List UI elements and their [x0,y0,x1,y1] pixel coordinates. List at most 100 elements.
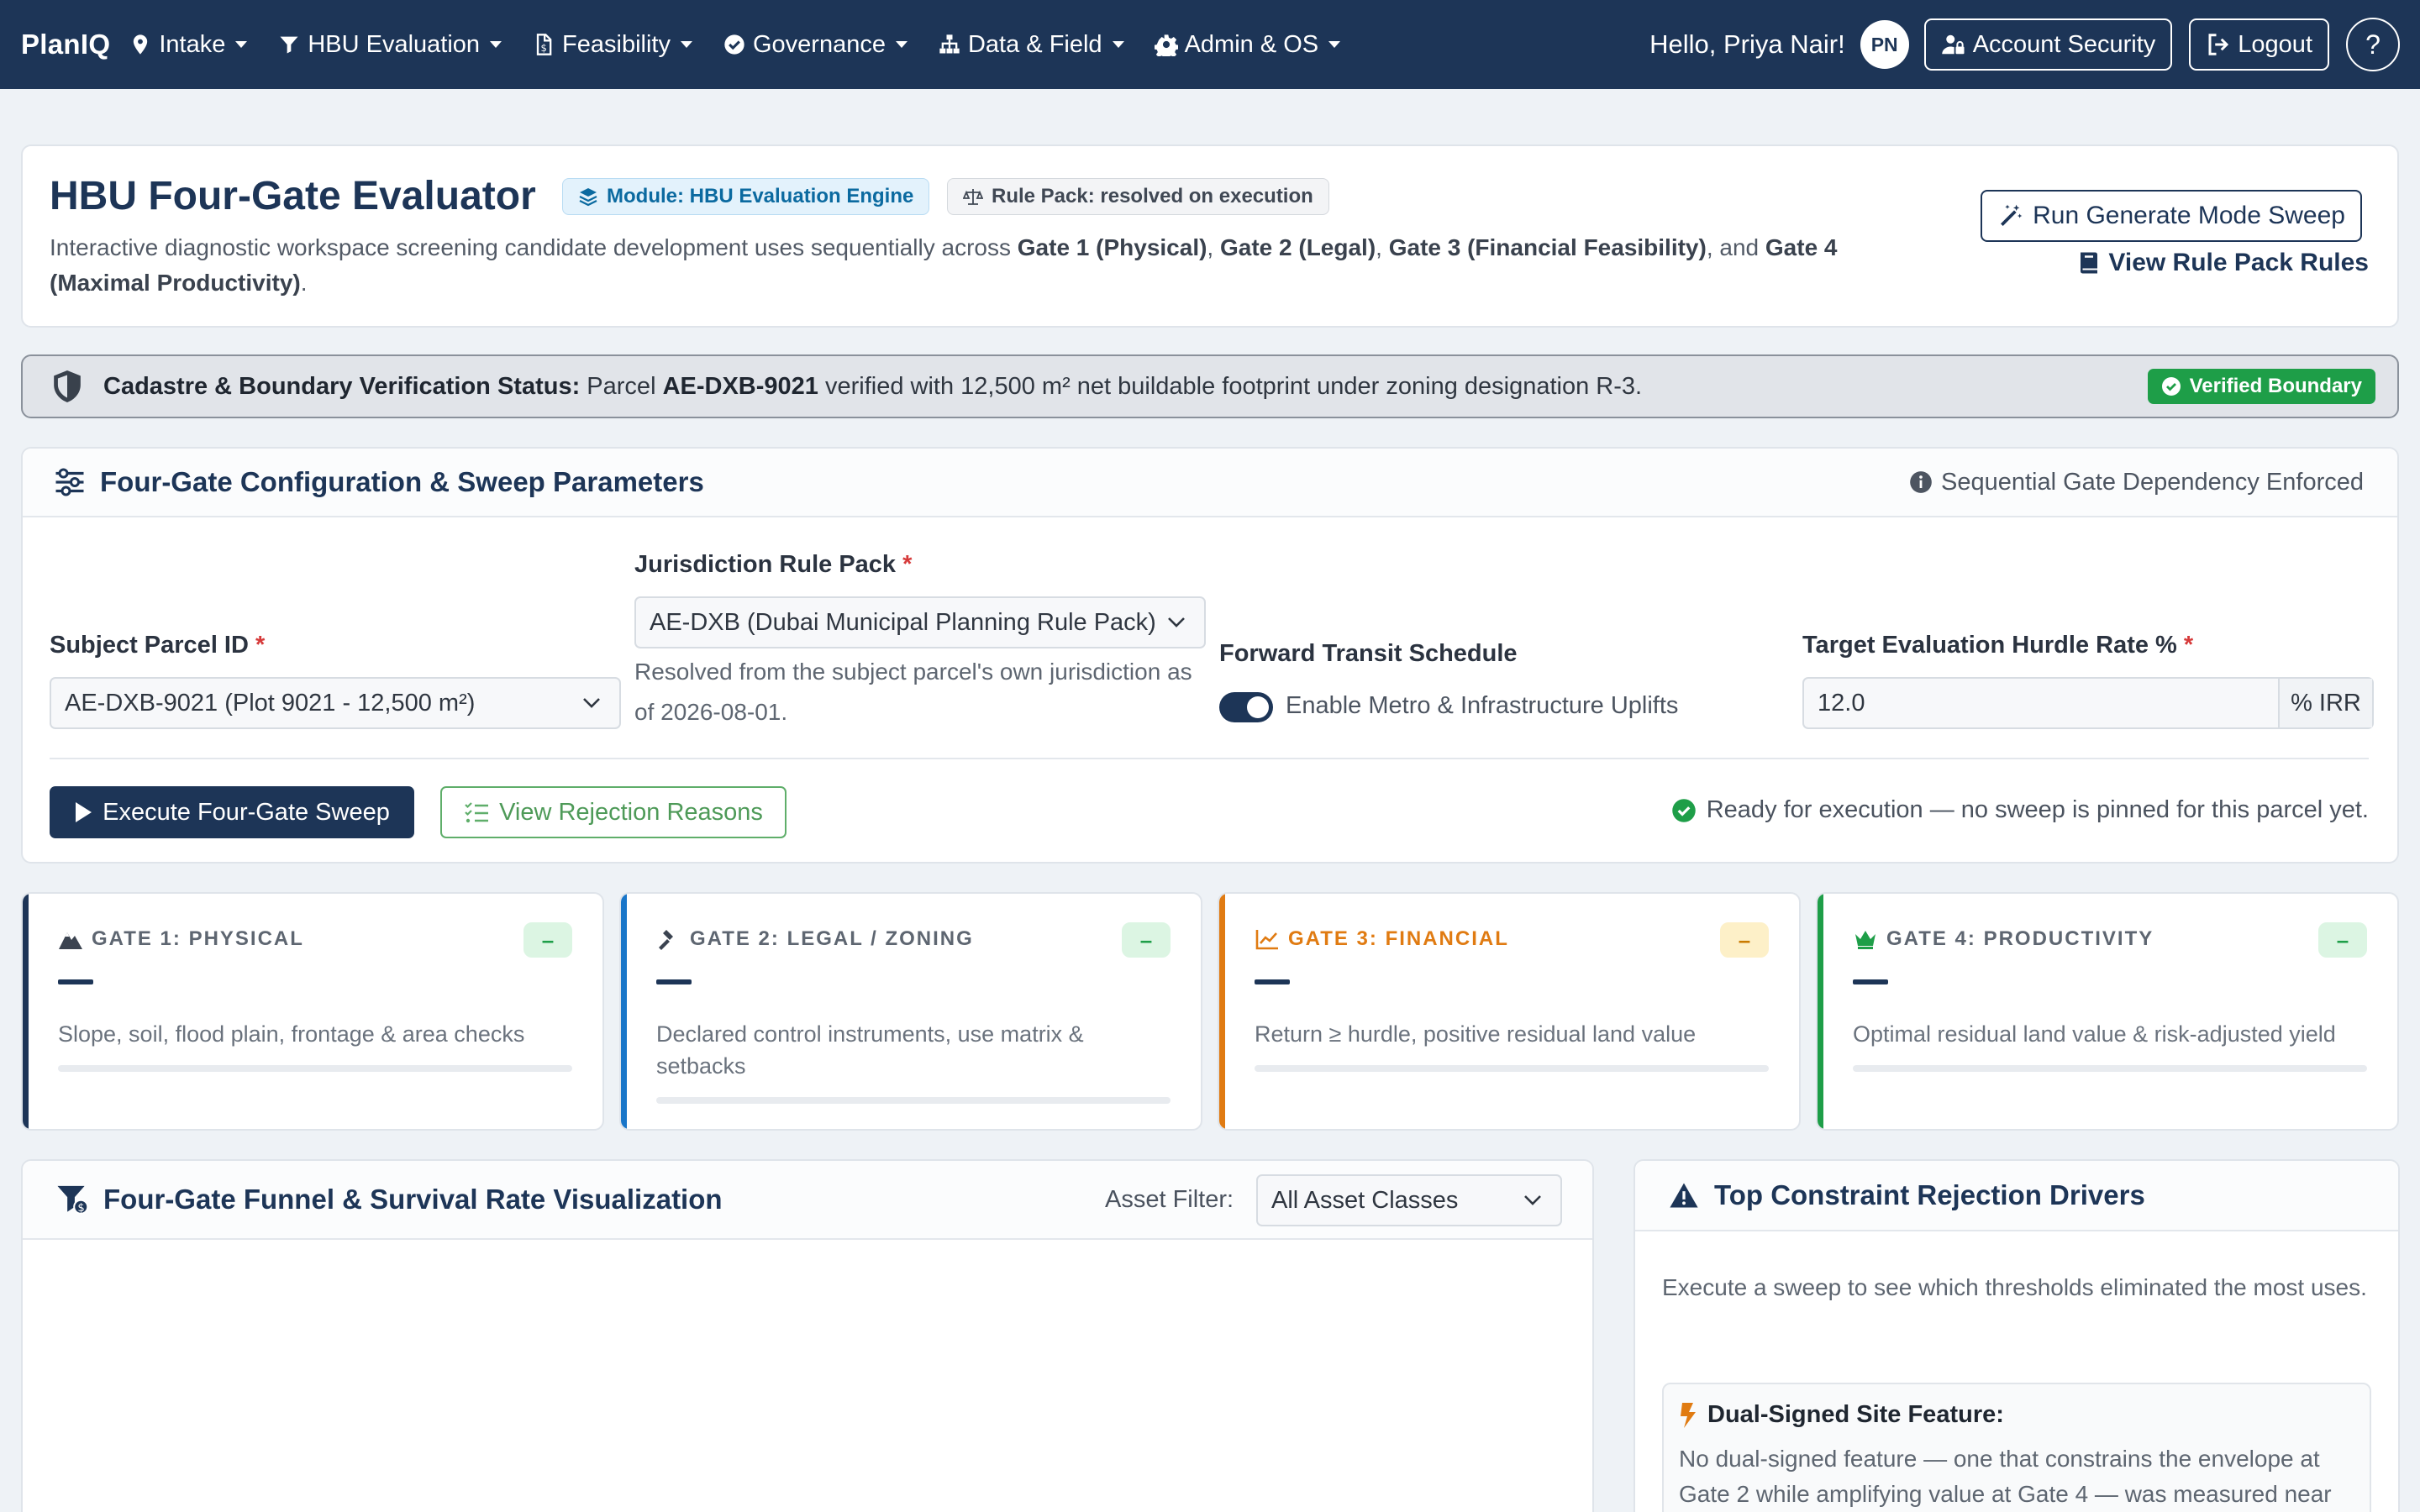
nav-hbu-label: HBU Evaluation [308,30,481,58]
gate-title-label: GATE 4: PRODUCTIVITY [1886,927,2154,950]
chevron-down-icon [490,41,502,48]
asset-filter-value: All Asset Classes [1271,1186,1459,1214]
gate-survival-value [656,979,692,984]
chevron-down-icon [1112,41,1124,48]
nav-feasibility[interactable]: $ Feasibility [532,31,692,59]
dual-signed-title: Dual-Signed Site Feature: [1679,1401,2004,1429]
sep: . [300,270,308,296]
chevron-down-icon [895,41,908,48]
funnel-title: Four-Gate Funnel & Survival Rate Visuali… [103,1184,723,1215]
check-circle-icon [1671,798,1696,822]
account-security-label: Account Security [1972,30,2156,58]
hurdle-rate-unit: % IRR [2278,679,2372,727]
play-icon [76,802,92,822]
gate-status-pill: – [1122,922,1171,958]
config-card-header: Four-Gate Configuration & Sweep Paramete… [23,449,2397,517]
gate-accent-bar [621,894,627,1129]
nav-data-field[interactable]: Data & Field [938,31,1124,59]
jurisdiction-rule-pack-select[interactable]: AE-DXB (Dubai Municipal Planning Rule Pa… [634,596,1206,648]
run-sweep-label: Run Generate Mode Sweep [2033,202,2345,229]
layers-icon [579,188,597,207]
required-mark: * [902,551,913,578]
gate-progress-track [58,1065,572,1072]
sep: , and [1706,234,1765,260]
funnel-dollar-icon: $ [57,1185,88,1215]
hurdle-rate-label: Target Evaluation Hurdle Rate % * [1802,632,2193,659]
sep: , [1376,234,1389,260]
rule-pack-badge-label: Rule Pack: resolved on execution [992,185,1313,207]
chevron-down-icon [235,41,248,48]
gate-title: GATE 1: PHYSICAL [58,927,304,951]
gate-title: GATE 3: FINANCIAL [1255,927,1509,951]
module-badge: Module: HBU Evaluation Engine [562,178,930,215]
execution-ready-status: Ready for execution — no sweep is pinned… [1671,796,2369,824]
drivers-card-header: Top Constraint Rejection Drivers [1635,1161,2398,1231]
bolt-icon [1681,1402,1696,1428]
account-security-button[interactable]: Account Security [1923,18,2173,71]
gate-survival-value [1255,979,1290,984]
parcel-id: AE-DXB-9021 [662,372,818,400]
hurdle-rate-input[interactable]: 12.0 [1804,679,2278,727]
sliders-icon [55,468,84,496]
gate-progress-track [1255,1065,1769,1072]
nav-governance[interactable]: Governance [723,31,908,59]
rule-pack-badge: Rule Pack: resolved on execution [947,178,1329,215]
gate-card-legal: GATE 2: LEGAL / ZONING – Declared contro… [619,892,1202,1131]
rejection-drivers-card: Top Constraint Rejection Drivers Execute… [1634,1159,2400,1512]
rule-pack-label-text: Jurisdiction Rule Pack [634,551,897,578]
dependency-note-label: Sequential Gate Dependency Enforced [1940,468,2364,496]
gate-title: GATE 4: PRODUCTIVITY [1853,927,2154,951]
brand-logo[interactable]: PlanIQ [21,29,110,60]
logout-button[interactable]: Logout [2189,18,2329,71]
book-icon [2081,252,2098,274]
gate-description: Return ≥ hurdle, positive residual land … [1255,1021,1697,1047]
run-generate-mode-sweep-button[interactable]: Run Generate Mode Sweep [1981,190,2362,242]
gate-progress-track [1853,1065,2367,1072]
check-circle-icon [2161,377,2181,396]
nav-intake-label: Intake [159,30,226,58]
gate-card-physical: GATE 1: PHYSICAL – Slope, soil, flood pl… [21,892,604,1131]
gate2-ref: Gate 2 (Legal) [1219,234,1376,260]
subject-parcel-value: AE-DXB-9021 (Plot 9021 - 12,500 m²) [65,689,476,717]
gate3-ref: Gate 3 (Financial Feasibility) [1388,234,1707,260]
shield-icon [54,370,81,402]
execute-four-gate-sweep-button[interactable]: Execute Four-Gate Sweep [50,786,414,838]
jurisdiction-rule-pack-label: Jurisdiction Rule Pack * [634,551,912,579]
alert-post: verified with 12,500 m² net buildable fo… [818,372,1643,400]
mountain-icon [59,932,82,949]
nav-intake[interactable]: Intake [129,30,248,59]
nav-hbu-evaluation[interactable]: HBU Evaluation [277,31,502,59]
gavel-icon [659,930,673,950]
asset-filter-select[interactable]: All Asset Classes [1256,1174,1562,1226]
alert-pre: Parcel [580,372,663,400]
help-button[interactable]: ? [2346,18,2400,71]
dual-signed-feature-panel: Dual-Signed Site Feature: No dual-signed… [1662,1383,2371,1512]
gate-description: Optimal residual land value & risk-adjus… [1853,1021,2336,1047]
page-description: Interactive diagnostic workspace screeni… [50,230,1856,301]
required-mark: * [2183,632,2194,659]
nav-governance-label: Governance [752,30,886,58]
svg-text:$: $ [541,42,547,54]
gate-accent-bar [23,894,29,1129]
nav-admin-os[interactable]: Admin & OS [1154,31,1341,59]
chevron-down-icon [1328,41,1341,48]
subject-parcel-label: Subject Parcel ID * [50,632,265,659]
hurdle-rate-input-group: 12.0 % IRR [1802,677,2374,729]
chevron-down-icon [1168,617,1185,627]
warning-triangle-icon [1670,1183,1698,1208]
transit-uplift-toggle[interactable] [1219,692,1273,722]
rule-pack-value: AE-DXB (Dubai Municipal Planning Rule Pa… [650,608,1156,636]
view-rejection-reasons-button[interactable]: View Rejection Reasons [440,786,786,838]
svg-text:$: $ [77,1202,84,1215]
gate-title: GATE 2: LEGAL / ZONING [656,927,974,951]
divider [50,758,2369,759]
logout-label: Logout [2238,30,2312,58]
subject-parcel-select[interactable]: AE-DXB-9021 (Plot 9021 - 12,500 m²) [50,677,621,729]
module-badge-label: Module: HBU Evaluation Engine [607,185,914,207]
view-rule-pack-rules-link[interactable]: View Rule Pack Rules [2078,249,2369,277]
avatar[interactable]: PN [1860,20,1909,69]
gate-title-label: GATE 1: PHYSICAL [92,927,304,950]
magic-wand-icon [2001,204,2023,226]
gate-survival-value [58,979,93,984]
logout-icon [2208,34,2229,55]
